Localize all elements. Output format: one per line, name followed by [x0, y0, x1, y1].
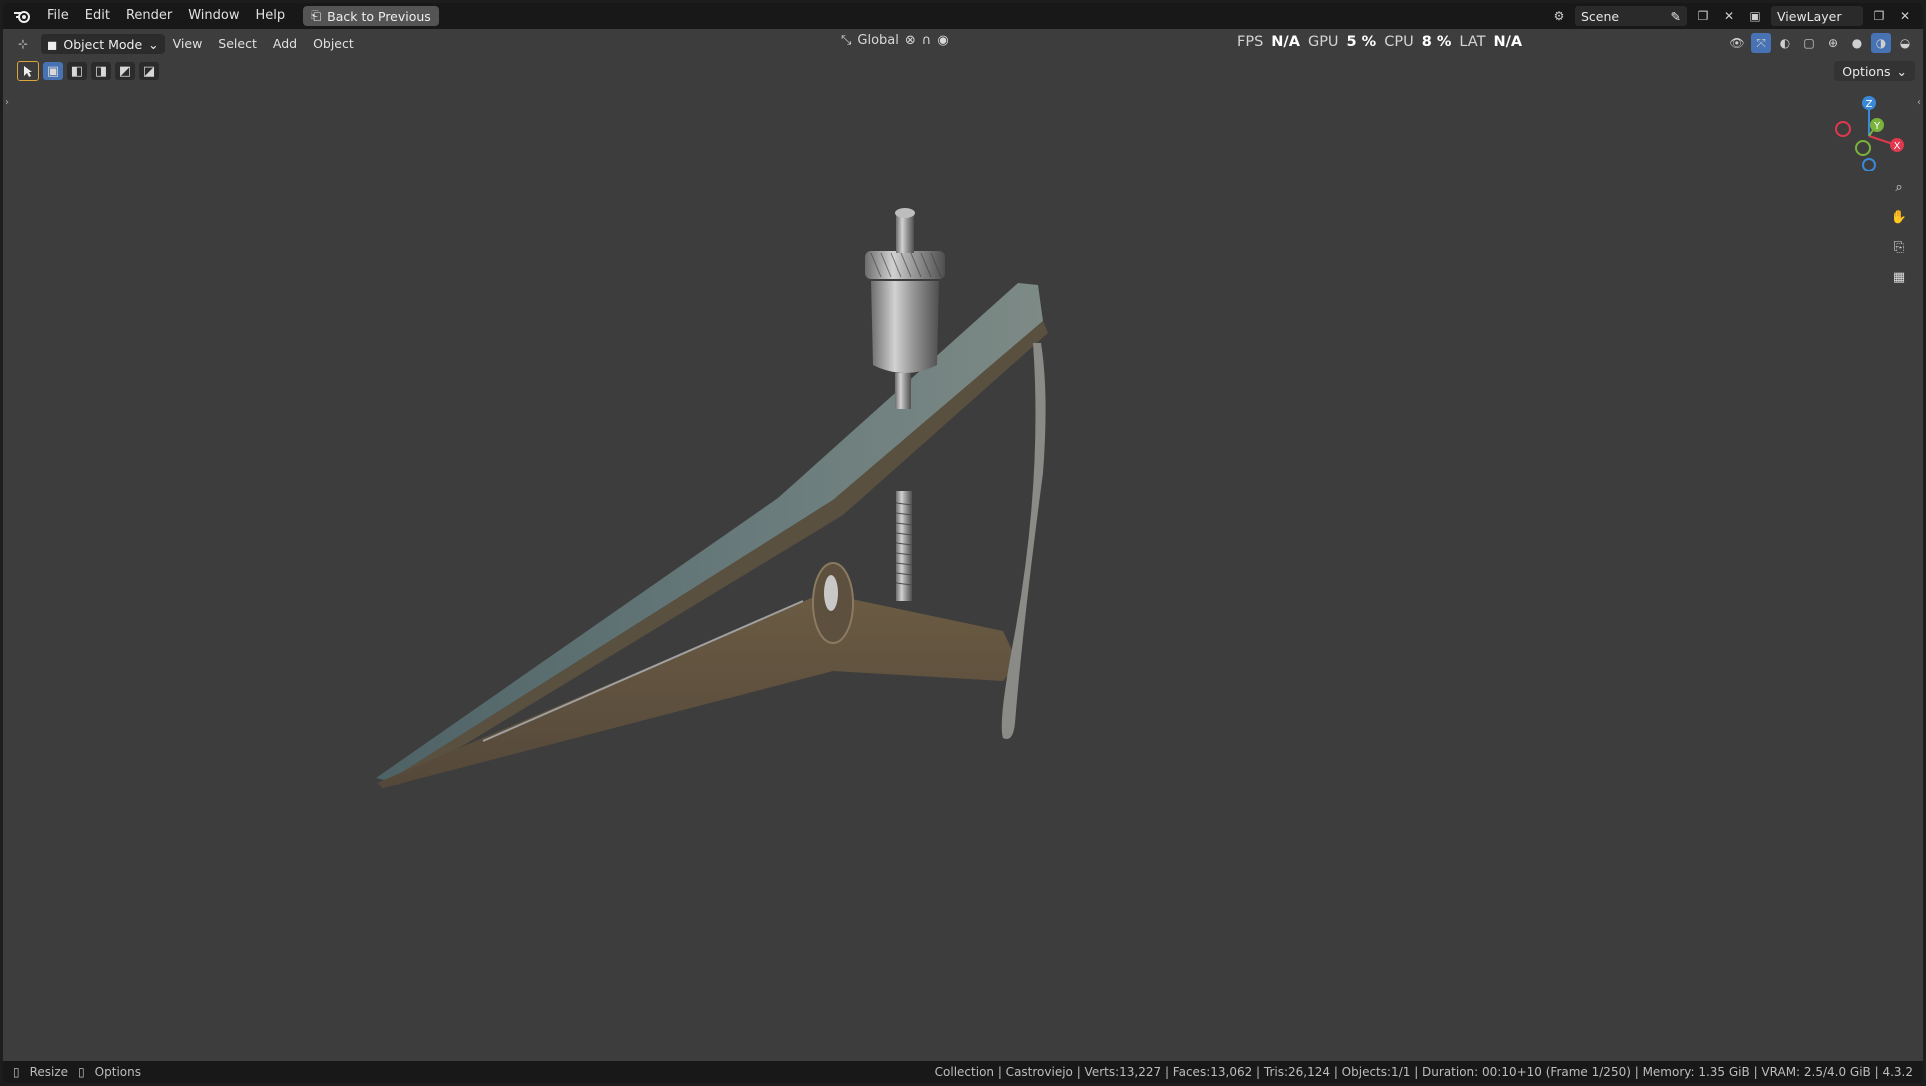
editor-type-icon[interactable]: ⊹ [13, 34, 33, 54]
solid-icon[interactable]: ● [1847, 33, 1867, 53]
castroviejo-model[interactable] [376, 208, 1048, 788]
top-menu-bar: File Edit Render Window Help ⎗ Back to P… [3, 3, 1923, 29]
chevron-down-icon: ⌄ [148, 36, 159, 52]
back-to-previous-label: Back to Previous [327, 8, 431, 24]
menu-select[interactable]: Select [210, 33, 265, 55]
viewport-header: ⊹ ◼ Object Mode ⌄ View Select Add Object… [3, 31, 1923, 57]
navigation-gizmo[interactable]: Z Y X [1829, 91, 1909, 171]
blender-window: File Edit Render Window Help ⎗ Back to P… [3, 3, 1923, 1083]
axis-x-label: X [1894, 141, 1901, 152]
axis-neg-z-icon [1862, 158, 1876, 171]
zoom-icon[interactable]: ⌕ [1887, 175, 1911, 199]
overlay-icon[interactable]: ◐ [1775, 33, 1795, 53]
menu-edit[interactable]: Edit [77, 5, 118, 27]
material-icon[interactable]: ◑ [1871, 33, 1891, 53]
status-bar: ▯ Resize ▯ Options Collection | Castrovi… [3, 1061, 1923, 1083]
close-viewlayer-icon[interactable]: ✕ [1895, 6, 1915, 26]
gpu-label: GPU [1307, 34, 1339, 50]
left-panel-toggle-icon[interactable]: › [5, 97, 9, 108]
menu-object[interactable]: Object [305, 33, 362, 55]
options-dropdown[interactable]: Options ⌄ [1834, 61, 1915, 81]
mode-label: Object Mode [63, 36, 143, 52]
axis-y-label: Y [1873, 121, 1881, 132]
transform-icon[interactable]: ⤡ [841, 33, 851, 48]
select-extend-icon[interactable]: ◧ [67, 62, 87, 80]
pan-hand-icon[interactable]: ✋ [1887, 205, 1911, 229]
select-subtract-icon[interactable]: ◨ [91, 62, 111, 80]
back-to-previous-button[interactable]: ⎗ Back to Previous [303, 6, 439, 26]
performance-stats: FPS N/A GPU 5 % CPU 8 % LAT N/A [1237, 31, 1522, 53]
menu-view[interactable]: View [165, 33, 211, 55]
select-box-icon[interactable] [17, 61, 39, 81]
rendered-icon[interactable]: ◒ [1895, 33, 1915, 53]
grid-icon[interactable]: ▦ [1887, 265, 1911, 289]
scene-controls: ⚙ Scene ✎ ❐ ✕ ▣ ViewLayer ❐ ✕ [1549, 5, 1915, 27]
back-icon: ⎗ [311, 8, 322, 23]
xray-icon[interactable]: ▢ [1799, 33, 1819, 53]
transform-orientation[interactable]: Global [857, 33, 898, 48]
pin-icon[interactable]: ✎ [1671, 9, 1681, 24]
viewlayer-name: ViewLayer [1777, 8, 1842, 24]
lat-label: LAT [1459, 34, 1486, 50]
axis-z-label: Z [1866, 99, 1873, 110]
mouse-left-icon: ▯ [13, 1065, 20, 1079]
close-icon[interactable]: ✕ [1719, 6, 1739, 26]
scene-field[interactable]: Scene ✎ [1575, 6, 1687, 26]
gpu-value: 5 % [1346, 34, 1377, 50]
menu-add[interactable]: Add [265, 33, 305, 55]
new-viewlayer-icon[interactable]: ❐ [1869, 6, 1889, 26]
options-label: Options [1842, 63, 1891, 79]
chevron-down-icon: ⌄ [1896, 63, 1907, 79]
select-new-icon[interactable]: ▣ [43, 62, 63, 80]
viewlayer-icon[interactable]: ▣ [1745, 6, 1765, 26]
visibility-icon[interactable]: 👁 [1727, 33, 1747, 53]
lat-value: N/A [1493, 34, 1523, 50]
camera-icon[interactable]: ⎘ [1887, 235, 1911, 259]
object-mode-icon: ◼ [47, 36, 58, 52]
cpu-value: 8 % [1421, 34, 1452, 50]
wireframe-icon[interactable]: ⊕ [1823, 33, 1843, 53]
right-panel-toggle-icon[interactable]: ‹ [1917, 97, 1921, 108]
scene-statistics: Collection | Castroviejo | Verts:13,227 … [934, 1065, 1913, 1079]
pivot-icon[interactable]: ⊗ [905, 33, 916, 48]
menu-help[interactable]: Help [248, 5, 294, 27]
viewport-shading-tools: 👁 ⤧ ◐ ▢ ⊕ ● ◑ ◒ [1727, 33, 1915, 53]
fps-label: FPS [1237, 34, 1264, 50]
menu-render[interactable]: Render [118, 5, 180, 27]
snap-icon[interactable]: ∩ [922, 33, 932, 48]
transform-tools: ⤡ Global ⊗ ∩ ◉ [841, 33, 949, 48]
axis-neg-y-icon [1855, 140, 1871, 156]
axis-neg-x-icon [1835, 121, 1851, 137]
gizmo-icon[interactable]: ⤧ [1751, 33, 1771, 53]
cpu-label: CPU [1384, 34, 1414, 50]
blender-logo-icon[interactable] [11, 5, 33, 27]
select-invert-icon[interactable]: ◩ [115, 62, 135, 80]
mode-select[interactable]: ◼ Object Mode ⌄ [41, 34, 165, 54]
viewlayer-field[interactable]: ViewLayer [1771, 6, 1863, 26]
select-intersect-icon[interactable]: ◪ [139, 62, 159, 80]
scene-name: Scene [1581, 8, 1620, 24]
status-options: Options [94, 1065, 141, 1079]
proportional-icon[interactable]: ◉ [937, 33, 948, 48]
mouse-right-icon: ▯ [78, 1065, 85, 1079]
scene-icon[interactable]: ⚙ [1549, 6, 1569, 26]
new-scene-icon[interactable]: ❐ [1693, 6, 1713, 26]
status-resize: Resize [29, 1065, 69, 1079]
menu-window[interactable]: Window [180, 5, 247, 27]
select-mode-toolbar: ▣ ◧ ◨ ◩ ◪ [17, 61, 159, 81]
menu-file[interactable]: File [39, 5, 77, 27]
fps-value: N/A [1271, 34, 1300, 50]
3d-viewport[interactable] [3, 3, 1923, 1083]
